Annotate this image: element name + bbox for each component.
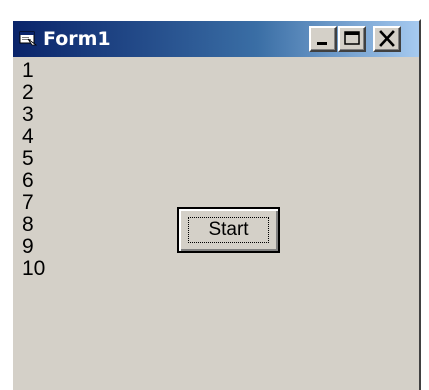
start-button-label: Start (208, 219, 249, 240)
maximize-icon (344, 31, 360, 45)
number-label: 8 (22, 213, 34, 236)
form1-window: Form1 1 2 3 4 5 6 7 8 9 10 Start (11, 19, 421, 390)
number-label: 9 (22, 235, 34, 258)
close-button[interactable] (373, 26, 401, 52)
maximize-button[interactable] (338, 26, 366, 52)
number-label: 10 (22, 257, 46, 280)
number-label: 5 (22, 147, 34, 170)
number-label: 6 (22, 169, 34, 192)
minimize-button[interactable] (309, 26, 337, 52)
number-label: 1 (22, 59, 34, 82)
minimize-icon (317, 42, 327, 45)
number-list: 1 2 3 4 5 6 7 8 9 10 (22, 60, 45, 280)
number-label: 4 (22, 125, 34, 148)
form-client-area: 1 2 3 4 5 6 7 8 9 10 Start (13, 57, 419, 390)
form-icon[interactable] (19, 30, 38, 46)
number-label: 7 (22, 191, 34, 214)
title-bar[interactable]: Form1 (13, 21, 419, 57)
start-button[interactable]: Start (177, 207, 280, 253)
window-title: Form1 (43, 28, 111, 50)
number-label: 2 (22, 81, 34, 104)
close-icon (379, 30, 395, 47)
number-label: 3 (22, 103, 34, 126)
